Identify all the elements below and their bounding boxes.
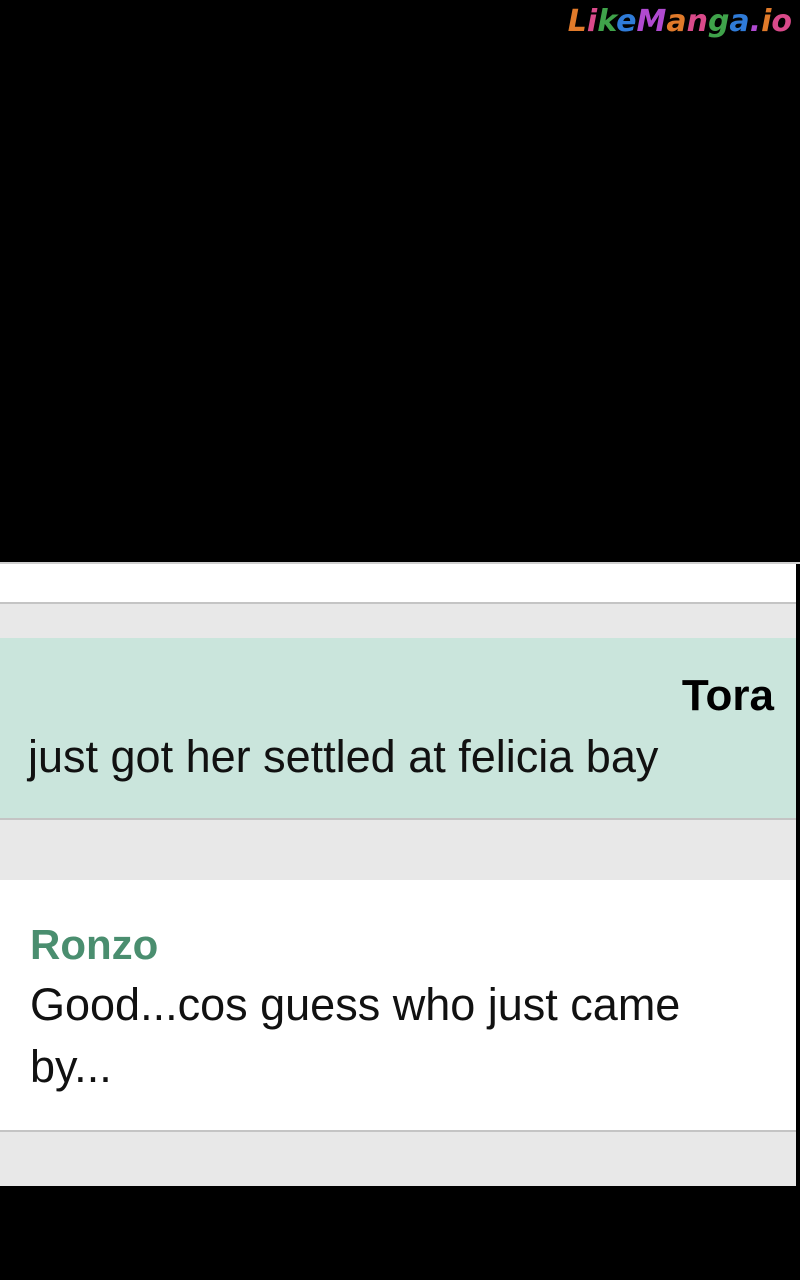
message-text: just got her settled at felicia bay xyxy=(28,731,659,782)
black-panel-bottom xyxy=(0,1186,800,1280)
sender-name: Tora xyxy=(681,671,774,720)
message-text: Good...cos guess who just came by... xyxy=(30,979,681,1092)
message-gap xyxy=(0,1130,796,1186)
right-edge-rail xyxy=(796,564,800,1186)
black-panel-top xyxy=(0,0,800,562)
message-ronzo: Ronzo Good...cos guess who just came by.… xyxy=(0,880,796,1130)
message-gap xyxy=(0,818,796,880)
sender-name: Ronzo xyxy=(30,921,159,968)
message-gap xyxy=(0,602,796,638)
message-tora: Tora just got her settled at felicia bay xyxy=(0,638,796,818)
watermark-logo: LikeManga.io xyxy=(567,4,792,39)
